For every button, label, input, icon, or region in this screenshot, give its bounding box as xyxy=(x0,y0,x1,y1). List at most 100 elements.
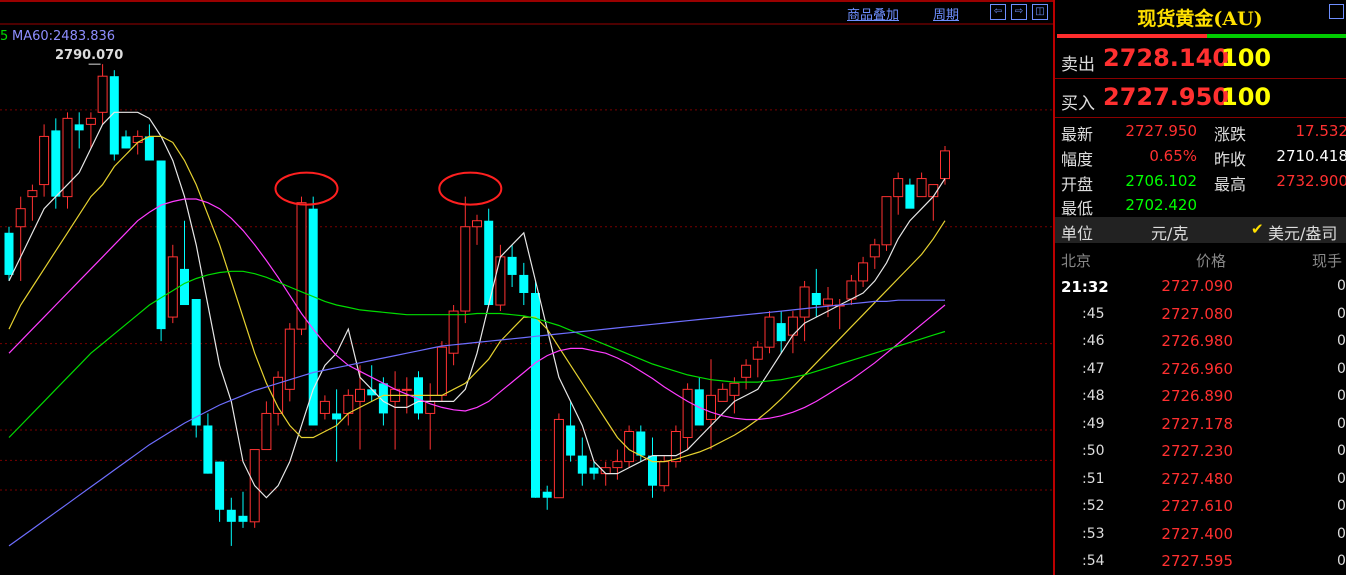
candle-body-up xyxy=(869,244,880,258)
candle-body-up xyxy=(553,418,564,499)
tick-time: :46 xyxy=(1082,333,1105,349)
stat-label-range: 幅度 xyxy=(1061,150,1094,169)
unit-cny-per-gram[interactable]: 元/克 xyxy=(1151,220,1188,244)
scroll-right-icon[interactable]: ⇨ xyxy=(1011,4,1027,20)
tick-time: 21:32 xyxy=(1061,278,1109,296)
tick-volume: 0 xyxy=(1337,305,1346,322)
candle-body-up xyxy=(741,364,752,378)
candle-body-down xyxy=(121,136,131,149)
tick-price: 2727.178 xyxy=(1161,414,1233,433)
candle-body-down xyxy=(144,136,154,161)
tick-time: :54 xyxy=(1082,553,1105,569)
window-toggle-icon[interactable] xyxy=(1329,4,1344,19)
candle-body-up xyxy=(670,430,681,463)
candle-body-down xyxy=(180,268,189,306)
candle-body-up xyxy=(319,400,330,414)
candle-body-down xyxy=(215,461,225,510)
candle-body-up xyxy=(729,382,740,396)
candle-body-down xyxy=(531,292,540,498)
candle-body-up xyxy=(846,280,857,300)
tick-header-time: 北京 xyxy=(1061,252,1092,270)
candle-body-down xyxy=(905,184,915,209)
candle-body-up xyxy=(448,310,459,354)
candle-body-up xyxy=(85,117,96,125)
kline-chart-panel[interactable]: 商品叠加 周期 ⇦ ⇨ ◫ 5 MA60:2483.836 2790.070 xyxy=(0,0,1053,575)
candle-body-down xyxy=(776,323,786,342)
tick-row: :45 2727.080 0 xyxy=(1055,304,1346,331)
sell-label: 卖出 xyxy=(1061,55,1095,75)
sell-price: 2728.140 xyxy=(1103,44,1230,72)
tick-volume: 0 xyxy=(1337,498,1346,514)
sell-volume: 100 xyxy=(1221,44,1272,72)
kline-chart[interactable] xyxy=(0,0,1053,575)
candle-body-down xyxy=(226,509,236,522)
sell-strength-bar xyxy=(1057,34,1207,38)
candle-body-up xyxy=(343,394,354,414)
candle-body-down xyxy=(519,274,529,293)
tick-row: :47 2726.960 0 xyxy=(1055,359,1346,386)
tick-time: :50 xyxy=(1082,443,1105,459)
instrument-title: 现货黄金(AU) xyxy=(1137,8,1263,30)
stat-label-high: 最高 xyxy=(1214,175,1247,194)
buy-volume: 100 xyxy=(1221,83,1272,111)
annotation-circle-top-2 xyxy=(438,171,503,206)
tick-volume: 0 xyxy=(1337,360,1346,377)
tick-price: 2727.080 xyxy=(1161,304,1233,323)
candle-body-up xyxy=(893,178,904,198)
tick-volume: 0 xyxy=(1337,525,1346,542)
tick-row: 21:32 2727.090 0 xyxy=(1055,276,1346,303)
candle-body-down xyxy=(156,160,166,330)
tick-time: :49 xyxy=(1082,415,1105,432)
tick-header-volume: 现手 xyxy=(1312,252,1343,270)
period-link[interactable]: 周期 xyxy=(933,4,959,23)
buy-strength-bar xyxy=(1207,34,1346,38)
period-high-label: 2790.070 xyxy=(55,48,124,63)
annotation-circle-top-1 xyxy=(274,171,339,206)
tick-price: 2727.230 xyxy=(1161,442,1233,460)
tick-time: :48 xyxy=(1082,388,1105,404)
candle-body-up xyxy=(612,461,623,469)
candle-body-down xyxy=(332,413,342,420)
candle-body-up xyxy=(15,208,26,228)
scroll-left-icon[interactable]: ⇦ xyxy=(990,4,1006,20)
tick-price: 2726.980 xyxy=(1161,332,1233,350)
tick-table-header: 北京 价格 现手 xyxy=(1055,245,1346,273)
candle-body-up xyxy=(495,256,506,306)
candle-body-up xyxy=(764,316,775,348)
stat-label-open: 开盘 xyxy=(1061,175,1094,194)
candle-body-down xyxy=(566,425,576,456)
split-view-icon[interactable]: ◫ xyxy=(1032,4,1048,20)
candle-body-up xyxy=(823,298,833,306)
tick-volume: 0 xyxy=(1337,278,1346,294)
tick-price: 2727.090 xyxy=(1161,277,1233,295)
tick-row: :46 2726.980 0 xyxy=(1055,331,1346,358)
stat-value-low: 2702.420 xyxy=(1125,196,1197,214)
commodity-overlay-link[interactable]: 商品叠加 xyxy=(847,4,899,23)
candle-body-down xyxy=(191,299,201,426)
stat-value-change: 17.532 xyxy=(1295,122,1346,140)
candle-body-up xyxy=(659,461,670,487)
tick-volume: 0 xyxy=(1337,443,1346,459)
buy-row: 买入 2727.950 100 xyxy=(1055,79,1346,118)
unit-usd-per-oz[interactable]: 美元/盎司 xyxy=(1268,220,1337,244)
candle-body-up xyxy=(752,346,763,360)
tick-volume: 0 xyxy=(1337,388,1346,404)
candle-body-up xyxy=(717,388,728,402)
candle-body-down xyxy=(74,124,84,131)
tick-row: :51 2727.480 0 xyxy=(1055,469,1346,496)
ma-label-fragment: 5 xyxy=(0,29,9,44)
tick-price: 2727.400 xyxy=(1161,524,1233,543)
stat-label-change: 涨跌 xyxy=(1214,125,1247,144)
tick-time: :47 xyxy=(1082,360,1105,377)
tick-row: :53 2727.400 0 xyxy=(1055,524,1346,551)
tick-volume: 0 xyxy=(1337,333,1346,349)
candle-body-up xyxy=(858,262,869,282)
stat-label-latest: 最新 xyxy=(1061,125,1094,144)
quote-panel: 现货黄金(AU) 卖出 2728.140 100 买入 2727.950 100… xyxy=(1053,0,1346,575)
candle-body-down xyxy=(577,455,587,474)
candle-body-down xyxy=(507,256,517,275)
tick-row: :52 2727.610 0 xyxy=(1055,496,1346,523)
candle-body-up xyxy=(261,412,272,451)
tick-header-price: 价格 xyxy=(1196,252,1227,270)
unit-label: 单位 xyxy=(1061,224,1094,243)
